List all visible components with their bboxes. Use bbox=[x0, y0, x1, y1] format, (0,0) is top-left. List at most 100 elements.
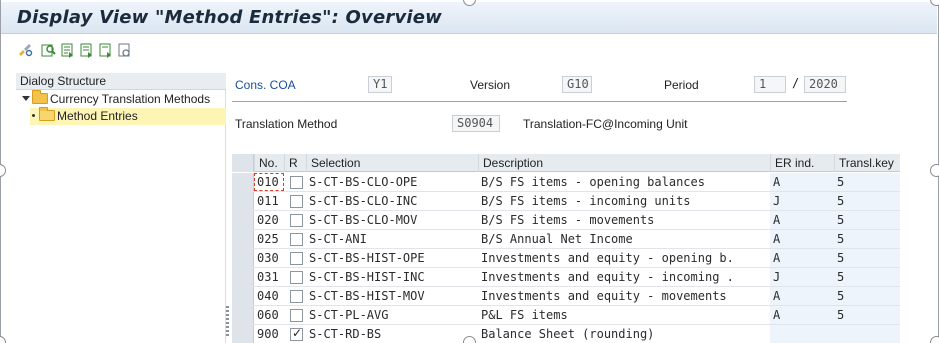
row-checkbox[interactable] bbox=[290, 252, 303, 265]
select-all-button[interactable] bbox=[232, 154, 254, 172]
previous-entry-button[interactable] bbox=[78, 42, 94, 58]
cell-no[interactable]: 900 bbox=[254, 325, 284, 343]
resize-handle[interactable] bbox=[463, 336, 476, 343]
cell-selection[interactable]: S-CT-PL-AVG bbox=[306, 306, 478, 324]
cell-transl-key[interactable]: 5 bbox=[834, 230, 900, 248]
col-header-transl-key[interactable]: Transl.key bbox=[834, 154, 900, 172]
cell-description[interactable]: B/S FS items - opening balances bbox=[478, 173, 770, 191]
cell-er-ind[interactable]: A bbox=[770, 230, 834, 248]
cell-description[interactable]: P&L FS items bbox=[478, 306, 770, 324]
row-select-button[interactable] bbox=[232, 249, 254, 267]
row-checkbox[interactable] bbox=[290, 309, 303, 322]
cell-no[interactable]: 020 bbox=[254, 211, 284, 229]
cell-selection[interactable]: S-CT-BS-HIST-OPE bbox=[306, 249, 478, 267]
cell-selection[interactable]: S-CT-RD-BS bbox=[306, 325, 478, 343]
cell-no[interactable]: 040 bbox=[254, 287, 284, 305]
cell-no[interactable]: 030 bbox=[254, 249, 284, 267]
row-select-button[interactable] bbox=[232, 268, 254, 286]
cell-er-ind[interactable]: J bbox=[770, 268, 834, 286]
row-select-button[interactable] bbox=[232, 287, 254, 305]
cell-description[interactable]: Investments and equity - opening b. bbox=[478, 249, 770, 267]
tree-item-label: Currency Translation Methods bbox=[50, 92, 211, 106]
row-select-button[interactable] bbox=[232, 230, 254, 248]
cell-er-ind[interactable]: A bbox=[770, 287, 834, 305]
table-row[interactable]: 025 S-CT-ANI B/S Annual Net Income A 5 bbox=[232, 230, 900, 249]
table-row[interactable]: 900 S-CT-RD-BSBalance Sheet (rounding) bbox=[232, 325, 900, 343]
cell-transl-key[interactable]: 5 bbox=[834, 249, 900, 267]
next-entry-button[interactable] bbox=[97, 42, 113, 58]
cell-no[interactable]: 010 bbox=[254, 173, 284, 191]
table-row[interactable]: 011 S-CT-BS-CLO-INC B/S FS items - incomin… bbox=[232, 192, 900, 211]
table-row[interactable]: 030 S-CT-BS-HIST-OPE Investments and equit… bbox=[232, 249, 900, 268]
row-checkbox[interactable] bbox=[290, 195, 303, 208]
table-row[interactable]: 020 S-CT-BS-CLO-MOV B/S FS items - movemen… bbox=[232, 211, 900, 230]
col-header-description[interactable]: Description bbox=[478, 154, 770, 172]
cell-transl-key[interactable]: 5 bbox=[834, 211, 900, 229]
table-row[interactable]: 060 S-CT-PL-AVG P&L FS items A 5 bbox=[232, 306, 900, 325]
display-change-icon bbox=[19, 44, 33, 57]
cell-selection[interactable]: S-CT-BS-HIST-INC bbox=[306, 268, 478, 286]
cell-transl-key[interactable]: 5 bbox=[834, 192, 900, 210]
cell-no[interactable]: 060 bbox=[254, 306, 284, 324]
cell-selection[interactable]: S-CT-BS-CLO-INC bbox=[306, 192, 478, 210]
row-checkbox[interactable] bbox=[290, 326, 303, 341]
row-select-button[interactable] bbox=[232, 306, 254, 324]
cell-transl-key[interactable]: 5 bbox=[834, 173, 900, 191]
row-select-button[interactable] bbox=[232, 211, 254, 229]
tree-item-currency-translation-methods[interactable]: Currency Translation Methods bbox=[22, 90, 211, 108]
header-divider bbox=[232, 101, 847, 102]
col-header-selection[interactable]: Selection bbox=[306, 154, 478, 172]
cell-transl-key[interactable]: 5 bbox=[834, 268, 900, 286]
expand-triangle-icon[interactable] bbox=[22, 96, 30, 101]
cell-description[interactable]: Investments and equity - movements bbox=[478, 287, 770, 305]
col-header-er-ind[interactable]: ER ind. bbox=[770, 154, 834, 172]
col-header-no[interactable]: No. bbox=[254, 154, 284, 172]
row-select-button[interactable] bbox=[232, 192, 254, 210]
cons-coa-field: Y1 bbox=[368, 76, 392, 93]
splitter-grip[interactable] bbox=[226, 306, 229, 336]
cell-er-ind[interactable] bbox=[770, 325, 834, 343]
table-row[interactable]: 040 S-CT-BS-HIST-MOV Investments and equit… bbox=[232, 287, 900, 306]
cell-transl-key[interactable]: 5 bbox=[834, 287, 900, 305]
cell-er-ind[interactable]: A bbox=[770, 306, 834, 324]
cell-selection[interactable]: S-CT-BS-CLO-OPE bbox=[306, 173, 478, 191]
cell-er-ind[interactable]: A bbox=[770, 249, 834, 267]
row-checkbox[interactable] bbox=[290, 233, 303, 246]
table-header: No. R Selection Description ER ind. Tran… bbox=[232, 154, 900, 172]
cell-description[interactable]: Investments and equity - incoming . bbox=[478, 268, 770, 286]
col-header-r[interactable]: R bbox=[284, 154, 306, 172]
cell-er-ind[interactable]: A bbox=[770, 173, 834, 191]
row-checkbox[interactable] bbox=[290, 214, 303, 227]
row-checkbox[interactable] bbox=[290, 176, 303, 189]
cell-er-ind[interactable]: A bbox=[770, 211, 834, 229]
table-row[interactable]: 010 S-CT-BS-CLO-OPE B/S FS items - opening… bbox=[232, 173, 900, 192]
cell-selection[interactable]: S-CT-ANI bbox=[306, 230, 478, 248]
resize-handle[interactable] bbox=[930, 164, 939, 177]
cell-description[interactable]: B/S Annual Net Income bbox=[478, 230, 770, 248]
cell-transl-key[interactable]: 5 bbox=[834, 306, 900, 324]
cell-selection[interactable]: S-CT-BS-HIST-MOV bbox=[306, 287, 478, 305]
cell-selection[interactable]: S-CT-BS-CLO-MOV bbox=[306, 211, 478, 229]
display-change-button[interactable] bbox=[17, 42, 33, 58]
table-row[interactable]: 031 S-CT-BS-HIST-INC Investments and equit… bbox=[232, 268, 900, 287]
cell-transl-key[interactable] bbox=[834, 325, 900, 343]
resize-handle[interactable] bbox=[930, 336, 939, 343]
row-select-button[interactable] bbox=[232, 173, 254, 191]
tree-item-method-entries[interactable]: Method Entries bbox=[30, 107, 226, 125]
page-title: Display View "Method Entries": Overview bbox=[17, 7, 442, 28]
version-field: G10 bbox=[562, 76, 592, 93]
cell-no[interactable]: 031 bbox=[254, 268, 284, 286]
last-entry-button[interactable] bbox=[116, 42, 132, 58]
cell-description[interactable]: B/S FS items - movements bbox=[478, 211, 770, 229]
translation-method-description: Translation-FC@Incoming Unit bbox=[523, 117, 688, 131]
row-checkbox[interactable] bbox=[290, 290, 303, 303]
details-button[interactable] bbox=[40, 42, 56, 58]
row-select-button[interactable] bbox=[232, 325, 254, 343]
cell-no[interactable]: 011 bbox=[254, 192, 284, 210]
cell-er-ind[interactable]: J bbox=[770, 192, 834, 210]
cell-no[interactable]: 025 bbox=[254, 230, 284, 248]
cell-description[interactable]: Balance Sheet (rounding) bbox=[478, 325, 770, 343]
first-entry-button[interactable] bbox=[59, 42, 75, 58]
cell-description[interactable]: B/S FS items - incoming units bbox=[478, 192, 770, 210]
row-checkbox[interactable] bbox=[290, 271, 303, 284]
